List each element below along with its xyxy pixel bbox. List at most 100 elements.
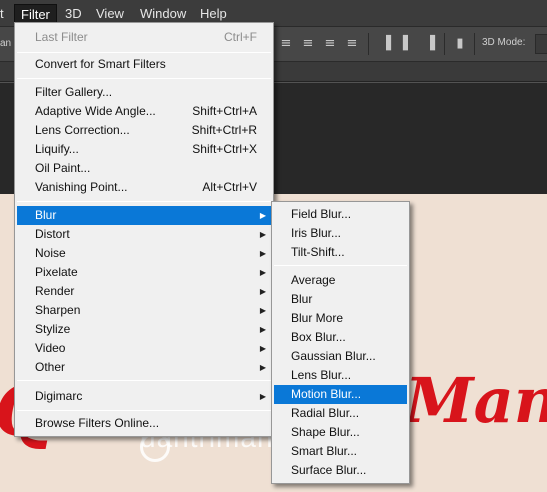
menu-item-motion-blur[interactable]: Motion Blur...	[274, 385, 407, 404]
menu-item-sharpen[interactable]: Sharpen ▶	[17, 301, 271, 320]
menu-item-label: Filter Gallery...	[35, 85, 113, 99]
menu-item-filter-gallery[interactable]: Filter Gallery...	[17, 83, 271, 102]
menu-item-label: Vanishing Point...	[35, 180, 128, 194]
submenu-arrow-icon: ▶	[259, 268, 266, 277]
submenu-arrow-icon: ▶	[259, 392, 266, 401]
menu-filter[interactable]: Filter	[14, 4, 57, 24]
menu-item-label: Sharpen	[35, 303, 81, 317]
menu-item-label: Blur	[35, 208, 57, 222]
menu-item-shortcut: Shift+Ctrl+R	[191, 123, 257, 137]
menu-item-label: Browse Filters Online...	[35, 416, 160, 430]
menu-item-label: Field Blur...	[291, 207, 352, 221]
options-left-label: an	[0, 38, 12, 49]
menu-item-blur[interactable]: Blur ▶	[17, 206, 271, 225]
menu-item-adaptive-wide-angle[interactable]: Adaptive Wide Angle... Shift+Ctrl+A	[17, 102, 271, 121]
submenu-arrow-icon: ▶	[259, 211, 266, 220]
options-separator	[444, 33, 445, 55]
menu-item-shortcut: Ctrl+F	[224, 30, 257, 44]
menu-help[interactable]: Help	[194, 4, 233, 24]
menu-item-label: Last Filter	[35, 30, 88, 44]
menu-item-label: Stylize	[35, 322, 71, 336]
menu-separator	[17, 52, 271, 53]
align-vcenter-icon[interactable]: ≡	[300, 36, 316, 52]
menu-item-lens-correction[interactable]: Lens Correction... Shift+Ctrl+R	[17, 121, 271, 140]
menu-item-label: Distort	[35, 227, 70, 241]
menu-separator	[17, 380, 271, 381]
align-top-icon[interactable]: ≡	[278, 36, 294, 52]
menu-item-shortcut: Shift+Ctrl+A	[192, 104, 257, 118]
menu-item-label: Noise	[35, 246, 66, 260]
align-left-icon[interactable]: ≡	[344, 36, 360, 52]
menu-separator	[274, 265, 407, 266]
menu-item-label: Shape Blur...	[291, 425, 360, 439]
submenu-arrow-icon: ▶	[259, 363, 266, 372]
menu-item-blur-more[interactable]: Blur More	[274, 309, 407, 328]
menu-separator	[17, 410, 271, 411]
submenu-arrow-icon: ▶	[259, 325, 266, 334]
menu-item-label: Gaussian Blur...	[291, 349, 376, 363]
menu-item-label: Box Blur...	[291, 330, 346, 344]
menu-item-label: Radial Blur...	[291, 406, 360, 420]
filter-menu: Last Filter Ctrl+F Convert for Smart Fil…	[14, 22, 274, 437]
menu-item-average[interactable]: Average	[274, 271, 407, 290]
menu-item-render[interactable]: Render ▶	[17, 282, 271, 301]
auto-align-icon[interactable]: ▮	[452, 36, 468, 52]
menu-view[interactable]: View	[90, 4, 130, 24]
menu-item-gaussian-blur[interactable]: Gaussian Blur...	[274, 347, 407, 366]
menu-3d[interactable]: 3D	[59, 4, 88, 24]
menu-item-tilt-shift[interactable]: Tilt-Shift...	[274, 243, 407, 262]
menu-item-video[interactable]: Video ▶	[17, 339, 271, 358]
menu-item-shortcut: Alt+Ctrl+V	[202, 180, 257, 194]
menu-item-field-blur[interactable]: Field Blur...	[274, 205, 407, 224]
submenu-arrow-icon: ▶	[259, 344, 266, 353]
menu-item-convert-smart-filters[interactable]: Convert for Smart Filters	[17, 55, 271, 74]
menu-item-label: Convert for Smart Filters	[35, 57, 166, 71]
menu-item-lens-blur[interactable]: Lens Blur...	[274, 366, 407, 385]
menu-item-label: Pixelate	[35, 265, 78, 279]
distribute-right-icon[interactable]: ▐	[422, 36, 438, 52]
menu-item-surface-blur[interactable]: Surface Blur...	[274, 461, 407, 480]
menu-item-oil-paint[interactable]: Oil Paint...	[17, 159, 271, 178]
menu-item-iris-blur[interactable]: Iris Blur...	[274, 224, 407, 243]
menu-item-label: Blur	[291, 292, 313, 306]
menu-item-label: Digimarc	[35, 389, 83, 403]
menu-item-label: Average	[291, 273, 336, 287]
menu-item-label: Surface Blur...	[291, 463, 367, 477]
blur-submenu: Field Blur... Iris Blur... Tilt-Shift...…	[271, 201, 410, 484]
3d-mode-label: 3D Mode:	[482, 37, 526, 48]
menu-item-digimarc[interactable]: Digimarc ▶	[17, 387, 271, 406]
menu-item-label: Lens Correction...	[35, 123, 130, 137]
3d-mode-button[interactable]	[535, 34, 547, 54]
menu-item-noise[interactable]: Noise ▶	[17, 244, 271, 263]
menu-item-label: Lens Blur...	[291, 368, 352, 382]
menu-item-box-blur[interactable]: Box Blur...	[274, 328, 407, 347]
menu-item-label: Render	[35, 284, 75, 298]
align-bottom-icon[interactable]: ≡	[322, 36, 338, 52]
menu-item-label: Other	[35, 360, 66, 374]
menu-item-pixelate[interactable]: Pixelate ▶	[17, 263, 271, 282]
menu-item-browse-filters-online[interactable]: Browse Filters Online...	[17, 414, 271, 433]
menu-item-label: Motion Blur...	[291, 387, 362, 401]
options-separator	[474, 33, 475, 55]
distribute-hcenter-icon[interactable]: ▌	[400, 36, 416, 52]
menu-item-other[interactable]: Other ▶	[17, 358, 271, 377]
menu-window[interactable]: Window	[134, 4, 192, 24]
menu-item-label: Tilt-Shift...	[291, 245, 345, 259]
menu-item-last-filter[interactable]: Last Filter Ctrl+F	[17, 28, 271, 47]
menu-item-label: Video	[35, 341, 66, 355]
menu-item-label: Oil Paint...	[35, 161, 91, 175]
submenu-arrow-icon: ▶	[259, 306, 266, 315]
menu-item-shape-blur[interactable]: Shape Blur...	[274, 423, 407, 442]
menu-separator	[17, 78, 271, 79]
menu-item-distort[interactable]: Distort ▶	[17, 225, 271, 244]
menu-bar-left-stub[interactable]: t	[0, 4, 10, 24]
menu-item-vanishing-point[interactable]: Vanishing Point... Alt+Ctrl+V	[17, 178, 271, 197]
distribute-left-icon[interactable]: ▐	[378, 36, 394, 52]
menu-item-smart-blur[interactable]: Smart Blur...	[274, 442, 407, 461]
menu-item-liquify[interactable]: Liquify... Shift+Ctrl+X	[17, 140, 271, 159]
menu-item-blur-basic[interactable]: Blur	[274, 290, 407, 309]
submenu-arrow-icon: ▶	[259, 249, 266, 258]
submenu-arrow-icon: ▶	[259, 287, 266, 296]
menu-item-radial-blur[interactable]: Radial Blur...	[274, 404, 407, 423]
menu-item-stylize[interactable]: Stylize ▶	[17, 320, 271, 339]
